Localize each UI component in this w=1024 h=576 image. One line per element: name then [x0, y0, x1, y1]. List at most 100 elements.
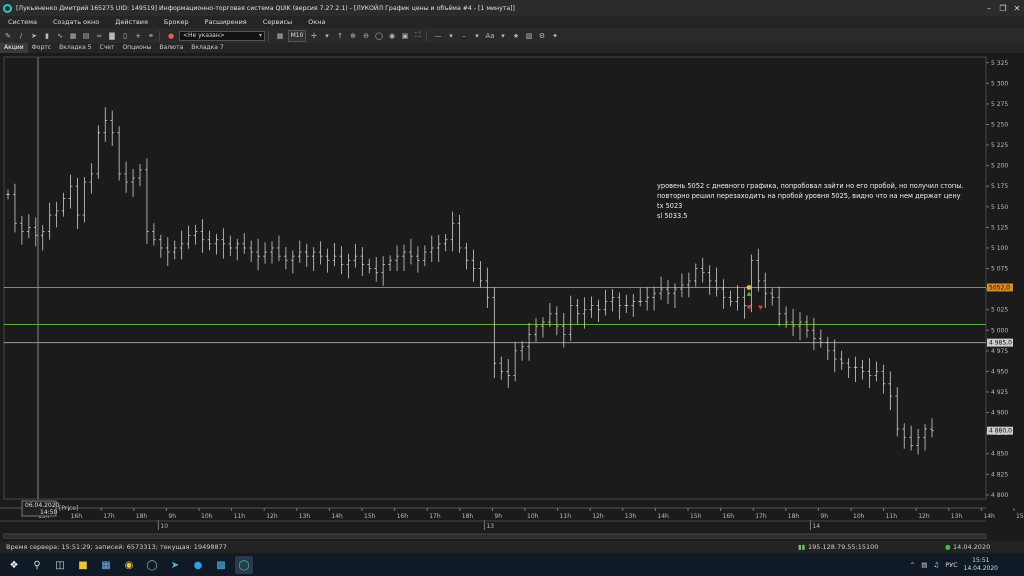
chevron-up-icon[interactable]: ⌃: [910, 561, 915, 569]
menu-system[interactable]: Система: [8, 18, 37, 26]
network-icon[interactable]: ▤: [921, 561, 927, 569]
bars-icon[interactable]: ▇: [107, 31, 117, 41]
hline-icon[interactable]: —: [433, 31, 443, 41]
mark-icon[interactable]: ★: [511, 31, 521, 41]
font-icon[interactable]: Aa: [485, 31, 495, 41]
x-tick-label: 17h: [755, 513, 767, 520]
quik-taskbar-icon[interactable]: ◯: [235, 556, 253, 574]
fullscreen-icon[interactable]: ⛶: [413, 31, 423, 41]
tab-currency[interactable]: Валюта: [155, 43, 187, 53]
task-view-icon[interactable]: ◫: [51, 556, 69, 574]
tab-5[interactable]: Вкладка 5: [55, 43, 95, 53]
volume-icon[interactable]: ♫: [933, 561, 939, 569]
settings-icon[interactable]: ⚙: [537, 31, 547, 41]
chart-type-icon[interactable]: ▮: [42, 31, 52, 41]
chevron-down-icon[interactable]: ▾: [446, 31, 456, 41]
tab-stocks[interactable]: Акции: [0, 43, 28, 53]
magic-icon[interactable]: ✦: [550, 31, 560, 41]
instrument-select[interactable]: <Не указан> ▾: [179, 30, 265, 41]
line-tool-icon[interactable]: ∕: [16, 31, 26, 41]
tab-options[interactable]: Опционы: [118, 43, 155, 53]
x-tick-label: 11h: [560, 513, 572, 520]
x-tick-label: 9h: [494, 513, 502, 520]
indicator-icon[interactable]: ∿: [55, 31, 65, 41]
chart-add-icon[interactable]: +: [133, 31, 143, 41]
clock[interactable]: 15:51 14.04.2020: [964, 557, 998, 573]
instrument-value: <Не указан>: [183, 32, 225, 39]
grid-icon[interactable]: ▦: [68, 31, 78, 41]
menu-extensions[interactable]: Расширения: [205, 18, 247, 26]
series-label: [Price]: [59, 505, 78, 512]
chevron-down-icon[interactable]: ▾: [472, 31, 482, 41]
store-icon[interactable]: ▦: [97, 556, 115, 574]
y-tick-label: 5 125: [991, 224, 1008, 231]
crosshair-icon[interactable]: ✛: [309, 31, 319, 41]
terminal-icon[interactable]: ▩: [212, 556, 230, 574]
toolbar: ✎ ∕ ➤ ▮ ∿ ▦ ▤ ≈ ▇ ▯ + ⚭ ● <Не указан> ▾ …: [0, 28, 1024, 44]
status-date: 14.04.2020: [953, 543, 991, 551]
x-tick-label: 13h: [951, 513, 963, 520]
cube-icon[interactable]: ▣: [400, 31, 410, 41]
y-tick-label: 5 200: [991, 163, 1008, 170]
minimize-icon[interactable]: –: [982, 0, 996, 16]
chevron-down-icon[interactable]: ▾: [498, 31, 508, 41]
zoom-fit-icon[interactable]: ◯: [374, 31, 384, 41]
camera-icon[interactable]: ◉: [387, 31, 397, 41]
x-tick-label: 12h: [918, 513, 930, 520]
telegram-icon[interactable]: ➤: [166, 556, 184, 574]
window-title: [Лукьяненко Дмитрий 165275 UID: 149519] …: [16, 4, 515, 12]
menu-actions[interactable]: Действия: [115, 18, 148, 26]
dash-icon[interactable]: –: [459, 31, 469, 41]
day-label: 10: [160, 523, 168, 530]
wave-icon[interactable]: ≈: [94, 31, 104, 41]
chevron-down-icon[interactable]: ▾: [322, 31, 332, 41]
x-tick-label: 17h: [429, 513, 441, 520]
table-icon[interactable]: ▦: [275, 31, 285, 41]
y-tick-label: 4 825: [991, 471, 1008, 478]
cursor-icon[interactable]: ➤: [29, 31, 39, 41]
y-tick-label: 4 800: [991, 492, 1008, 499]
menu-create-window[interactable]: Создать окно: [53, 18, 99, 26]
language-indicator[interactable]: РУС: [945, 561, 957, 569]
zoom-in-icon[interactable]: ⊕: [348, 31, 358, 41]
y-tick-label: 4 925: [991, 389, 1008, 396]
candles-icon[interactable]: ▯: [120, 31, 130, 41]
chrome-icon[interactable]: ◉: [120, 556, 138, 574]
search-icon[interactable]: ⚲: [28, 556, 46, 574]
link-icon[interactable]: ⚭: [146, 31, 156, 41]
skype-icon[interactable]: ●: [189, 556, 207, 574]
app-icon[interactable]: ◯: [143, 556, 161, 574]
x-tick-label: 10h: [527, 513, 539, 520]
title-bar: [Лукьяненко Дмитрий 165275 UID: 149519] …: [0, 0, 1024, 16]
pencil-icon[interactable]: ✎: [3, 31, 13, 41]
stack-icon[interactable]: ▤: [81, 31, 91, 41]
y-tick-label: 4 975: [991, 348, 1008, 355]
menu-windows[interactable]: Окна: [308, 18, 325, 26]
tab-7[interactable]: Вкладка 7: [187, 43, 227, 53]
tabs-bar: Акции Фортс Вкладка 5 Счет Опционы Валют…: [0, 43, 1024, 53]
windows-start-icon[interactable]: ❖: [5, 556, 23, 574]
toolbar-separator: [268, 30, 269, 41]
tab-account[interactable]: Счет: [96, 43, 119, 53]
y-tick-label: 5 075: [991, 266, 1008, 273]
chevron-down-icon: ▾: [258, 31, 262, 39]
menu-services[interactable]: Сервисы: [263, 18, 292, 26]
arrow-up-icon[interactable]: ↑: [335, 31, 345, 41]
file-explorer-icon[interactable]: ■: [74, 556, 92, 574]
windows-taskbar: ❖ ⚲ ◫ ■ ▦ ◉ ◯ ➤ ● ▩ ◯ ⌃ ▤ ♫ РУС 15:51 14…: [0, 554, 1024, 576]
price-chart-svg[interactable]: 4 8004 8254 8504 8754 9004 9254 9504 975…: [0, 53, 1024, 539]
table-settings-icon[interactable]: ▧: [524, 31, 534, 41]
x-tick-label: 13h: [625, 513, 637, 520]
toolbar-separator: [426, 30, 427, 41]
x-tick-label: 17h: [103, 513, 115, 520]
timeframe-select[interactable]: M10: [288, 29, 306, 42]
y-tick-label: 5 250: [991, 121, 1008, 128]
menu-broker[interactable]: Брокер: [164, 18, 189, 26]
restore-icon[interactable]: ❐: [996, 0, 1010, 16]
close-icon[interactable]: ✕: [1010, 0, 1024, 16]
zoom-out-icon[interactable]: ⊖: [361, 31, 371, 41]
tab-forts[interactable]: Фортс: [28, 43, 55, 53]
price-chart[interactable]: 4 8004 8254 8504 8754 9004 9254 9504 975…: [0, 53, 1024, 539]
chart-annotation[interactable]: уровень 5052 с дневного графика, попробо…: [657, 181, 964, 221]
toolbar-separator: [159, 30, 160, 41]
